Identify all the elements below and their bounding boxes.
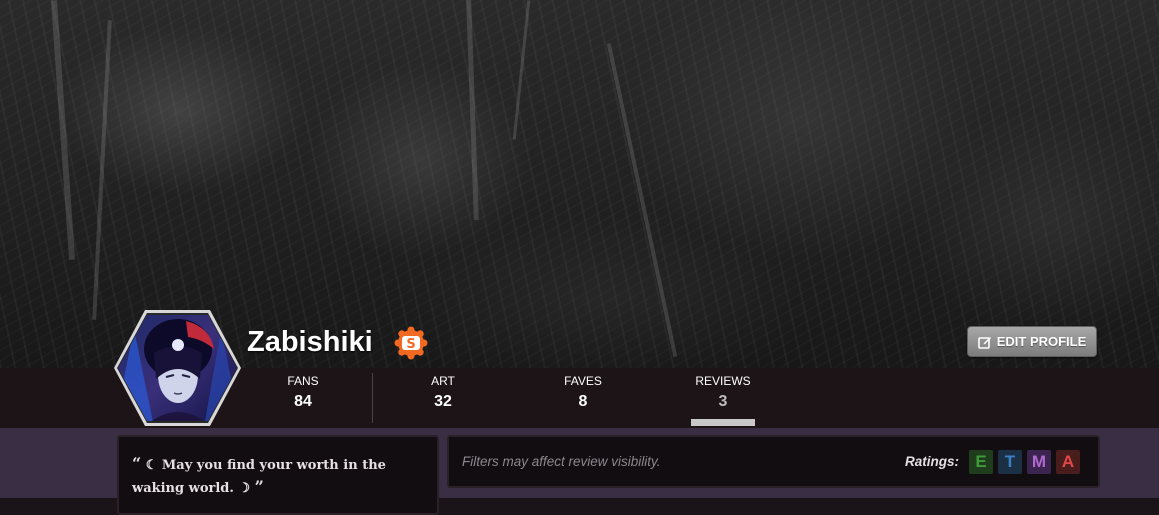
stat-value: 84 (294, 393, 312, 410)
stat-label: FANS (287, 374, 319, 388)
rating-filter-mature[interactable]: M (1027, 450, 1051, 474)
review-filter-bar: Filters may affect review visibility. Ra… (447, 435, 1100, 488)
edit-profile-button[interactable]: EDIT PROFILE (967, 326, 1097, 357)
banner-art-stroke (92, 20, 112, 320)
filter-note: Filters may affect review visibility. (462, 454, 661, 469)
banner-art-stroke (466, 0, 479, 221)
rating-filter-teen[interactable]: T (998, 450, 1022, 474)
ratings-label: Ratings: (905, 454, 959, 469)
rating-filter-everyone[interactable]: E (969, 450, 993, 474)
avatar-image (114, 310, 241, 426)
stat-label: ART (431, 374, 455, 388)
stat-divider (372, 373, 373, 423)
edit-icon (977, 336, 991, 349)
stat-value: 3 (718, 393, 728, 410)
username: Zabishiki (247, 326, 373, 358)
rating-filter-adult[interactable]: A (1056, 450, 1080, 474)
profile-quote: “ ☾ May you find your worth in the wakin… (117, 435, 439, 515)
stat-label: FAVES (564, 374, 602, 388)
quote-close-mark: ” (254, 477, 264, 496)
badge-letter: S (406, 337, 415, 352)
stat-value: 32 (434, 393, 452, 410)
edit-profile-label: EDIT PROFILE (996, 334, 1087, 349)
stat-fans[interactable]: FANS 84 (243, 372, 363, 414)
banner-art-stroke (50, 0, 76, 260)
subscriber-badge-icon: S (394, 326, 428, 360)
active-tab-indicator (691, 419, 755, 426)
stat-reviews[interactable]: REVIEWS 3 (663, 372, 783, 414)
stat-art[interactable]: ART 32 (383, 372, 503, 414)
stat-faves[interactable]: FAVES 8 (523, 372, 643, 414)
stat-value: 8 (578, 393, 588, 410)
banner-art-stroke (606, 43, 678, 357)
quote-open-mark: “ (132, 454, 142, 473)
stat-label: REVIEWS (695, 374, 751, 388)
avatar[interactable] (114, 309, 241, 427)
banner-art-stroke (512, 0, 531, 140)
